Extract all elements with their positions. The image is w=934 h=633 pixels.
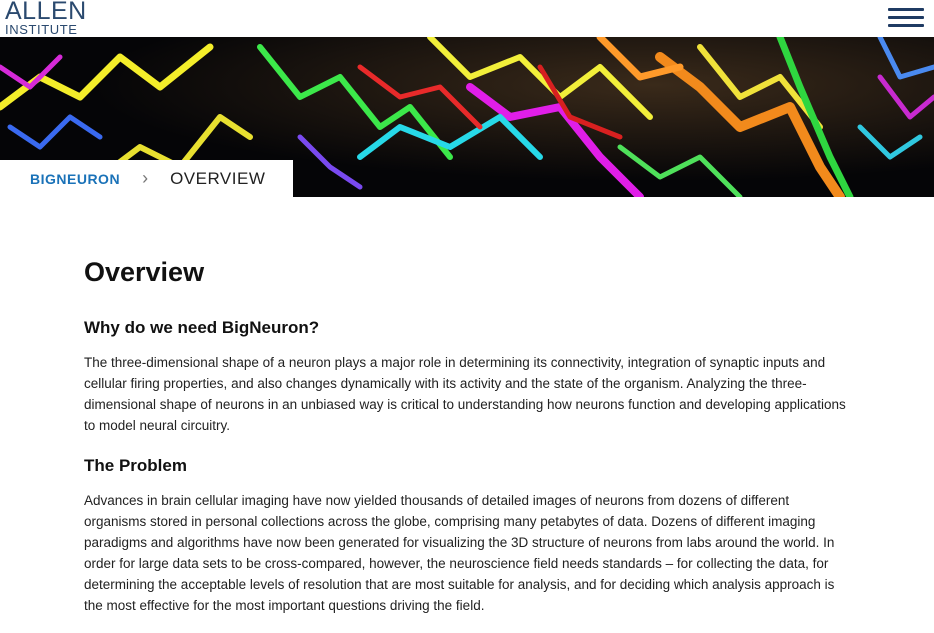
section-heading-problem: The Problem [84, 456, 187, 475]
breadcrumb: BIGNEURON › OVERVIEW [0, 160, 293, 197]
section-body-why: The three-dimensional shape of a neuron … [84, 355, 846, 433]
logo-line-2: INSTITUTE [5, 22, 78, 37]
page-title: Overview [84, 257, 205, 287]
chevron-right-icon: › [142, 168, 149, 188]
site-header: ALLEN INSTITUTE [0, 0, 934, 37]
breadcrumb-current: OVERVIEW [170, 168, 266, 188]
allen-institute-logo[interactable]: ALLEN INSTITUTE [5, 0, 87, 36]
section-heading-why: Why do we need BigNeuron? [84, 318, 320, 337]
main-content: Overview Why do we need BigNeuron? The t… [84, 197, 854, 616]
section-body-problem: Advances in brain cellular imaging have … [84, 493, 835, 613]
logo-line-1: ALLEN [5, 0, 87, 25]
hamburger-menu-icon[interactable] [888, 8, 924, 28]
breadcrumb-bigneuron-link[interactable]: BIGNEURON [30, 171, 120, 187]
